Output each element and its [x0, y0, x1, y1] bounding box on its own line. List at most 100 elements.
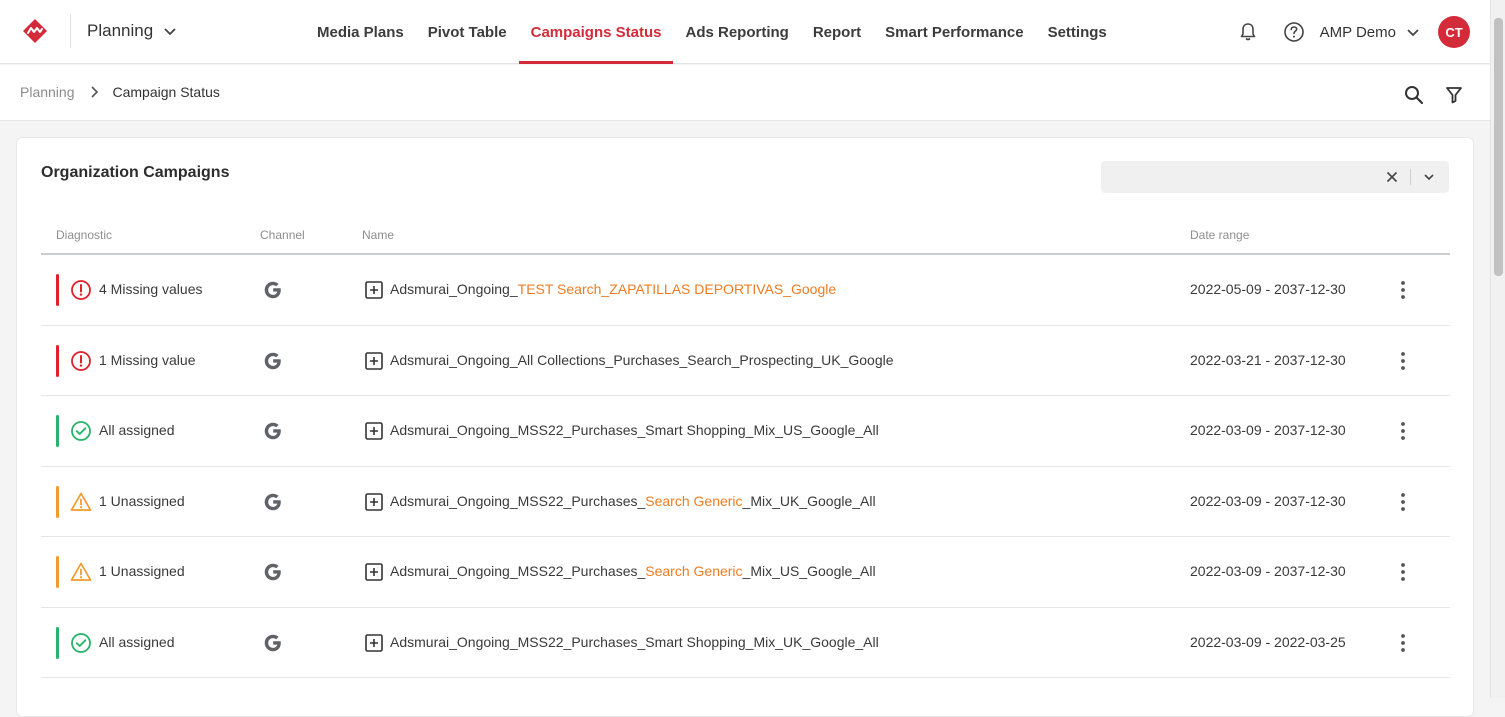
chevron-down-icon	[164, 28, 176, 36]
error-circle-icon	[70, 350, 92, 372]
campaign-name-prefix: Adsmurai_Ongoing_MSS22_Purchases_	[390, 563, 646, 579]
bell-icon	[1240, 23, 1255, 41]
status-indicator-bar	[56, 415, 59, 447]
account-dropdown[interactable]: AMP Demo	[1320, 24, 1420, 41]
app-switcher-dropdown[interactable]: Planning	[87, 21, 177, 41]
table-row[interactable]: 4 Missing values Adsmurai_Ongoing_TEST S…	[41, 255, 1450, 326]
column-header-diagnostic[interactable]: Diagnostic	[56, 228, 112, 242]
page-scrollbar[interactable]	[1490, 0, 1505, 698]
check-circle-icon	[70, 632, 92, 654]
campaign-name[interactable]: Adsmurai_Ongoing_MSS22_Purchases_Smart S…	[390, 422, 879, 438]
scrollbar-thumb[interactable]	[1494, 18, 1503, 276]
column-header-channel[interactable]: Channel	[260, 228, 305, 242]
status-indicator-bar	[56, 556, 59, 588]
breadcrumb-root[interactable]: Planning	[20, 84, 75, 100]
toolbar-actions	[1396, 77, 1472, 113]
nav-smart-performance[interactable]: Smart Performance	[873, 0, 1035, 64]
date-range-text: 2022-05-09 - 2037-12-30	[1190, 281, 1346, 297]
nav-pivot-table[interactable]: Pivot Table	[416, 0, 519, 64]
select-separator	[1410, 169, 1411, 185]
campaign-name[interactable]: Adsmurai_Ongoing_MSS22_Purchases_Search …	[390, 493, 876, 509]
table-header: Diagnostic Channel Name Date range	[41, 218, 1450, 255]
campaign-name-highlight: Search Generic	[645, 492, 743, 509]
sub-header: Planning Campaign Status	[0, 65, 1490, 121]
organization-campaigns-card: Organization Campaigns Diagnostic Channe…	[16, 137, 1474, 717]
expand-plus-icon[interactable]	[365, 633, 383, 652]
search-button[interactable]	[1396, 77, 1432, 113]
campaign-name-prefix: Adsmurai_Ongoing_	[390, 281, 518, 297]
google-icon	[262, 420, 284, 442]
date-range-text: 2022-03-09 - 2022-03-25	[1190, 633, 1346, 650]
table-row[interactable]: 1 Unassigned Adsmurai_Ongoing_MSS22_Purc…	[41, 537, 1450, 608]
nav-campaigns-status[interactable]: Campaigns Status	[518, 0, 674, 64]
campaign-name[interactable]: Adsmurai_Ongoing_All Collections_Purchas…	[390, 352, 894, 368]
diagnostic-text: 4 Missing values	[99, 281, 203, 297]
clear-selection-button[interactable]	[1380, 165, 1404, 189]
expand-plus-icon[interactable]	[365, 281, 383, 299]
chevron-right-icon	[90, 86, 98, 98]
campaign-name[interactable]: Adsmurai_Ongoing_MSS22_Purchases_Smart S…	[390, 634, 879, 650]
status-indicator-bar	[56, 344, 59, 377]
status-indicator-bar	[56, 626, 59, 659]
campaign-name-suffix: _Mix_US_Google_All	[742, 563, 876, 579]
diagnostic-text: 1 Missing value	[99, 351, 196, 368]
expand-plus-icon[interactable]	[365, 422, 383, 440]
google-icon	[262, 491, 284, 513]
table-row[interactable]: All assigned Adsmurai_Ongoing_MSS22_Purc…	[41, 396, 1450, 467]
campaign-name-prefix: Adsmurai_Ongoing_All Collections_Purchas…	[390, 351, 894, 368]
expand-plus-icon[interactable]	[365, 351, 383, 370]
select-dropdown-toggle[interactable]	[1417, 165, 1441, 189]
campaign-name-prefix: Adsmurai_Ongoing_MSS22_Purchases_Smart S…	[390, 633, 879, 650]
close-icon	[1386, 171, 1398, 183]
date-range-text: 2022-03-21 - 2037-12-30	[1190, 351, 1346, 368]
campaign-name-prefix: Adsmurai_Ongoing_MSS22_Purchases_	[390, 492, 646, 509]
diagnostic-text: 1 Unassigned	[99, 492, 185, 509]
table-body: 4 Missing values Adsmurai_Ongoing_TEST S…	[41, 255, 1450, 678]
table-row[interactable]: All assigned Adsmurai_Ongoing_MSS22_Purc…	[41, 608, 1450, 678]
nav-settings[interactable]: Settings	[1036, 0, 1119, 64]
nav-report[interactable]: Report	[801, 0, 873, 64]
expand-plus-icon[interactable]	[365, 563, 383, 581]
warning-triangle-icon	[70, 491, 92, 513]
campaign-name[interactable]: Adsmurai_Ongoing_MSS22_Purchases_Search …	[390, 563, 876, 579]
google-icon	[262, 350, 284, 372]
campaign-name-highlight: TEST Search_ZAPATILLAS DEPORTIVAS_Google	[517, 281, 837, 297]
campaign-filter-select[interactable]	[1101, 161, 1449, 193]
column-header-name[interactable]: Name	[362, 228, 394, 242]
column-header-date-range[interactable]: Date range	[1190, 228, 1249, 242]
more-options-icon[interactable]	[1391, 558, 1415, 586]
table-row[interactable]: 1 Missing value Adsmurai_Ongoing_All Col…	[41, 326, 1450, 396]
warning-triangle-icon	[70, 561, 92, 583]
help-button[interactable]	[1276, 14, 1312, 50]
chevron-down-icon	[1424, 174, 1434, 181]
notifications-button[interactable]	[1230, 14, 1266, 50]
app-switcher-label: Planning	[87, 21, 154, 40]
nav-media-plans[interactable]: Media Plans	[305, 0, 416, 64]
date-range-text: 2022-03-09 - 2037-12-30	[1190, 422, 1346, 438]
filter-button[interactable]	[1436, 77, 1472, 113]
header-divider	[70, 14, 71, 48]
status-indicator-bar	[56, 485, 59, 518]
brand-logo-icon[interactable]	[22, 18, 48, 44]
google-icon	[262, 632, 284, 654]
campaign-name[interactable]: Adsmurai_Ongoing_TEST Search_ZAPATILLAS …	[390, 281, 836, 297]
campaign-name-highlight: Search Generic	[645, 563, 743, 579]
check-circle-icon	[70, 420, 92, 442]
table-row[interactable]: 1 Unassigned Adsmurai_Ongoing_MSS22_Purc…	[41, 467, 1450, 537]
nav-ads-reporting[interactable]: Ads Reporting	[673, 0, 800, 64]
date-range-text: 2022-03-09 - 2037-12-30	[1190, 563, 1346, 579]
more-options-icon[interactable]	[1391, 276, 1415, 304]
top-navigation-bar: Planning Media Plans Pivot Table Campaig…	[0, 0, 1490, 64]
error-circle-icon	[70, 279, 92, 301]
breadcrumb: Planning Campaign Status	[20, 84, 220, 100]
more-options-icon[interactable]	[1391, 629, 1415, 657]
main-nav: Media Plans Pivot Table Campaigns Status…	[305, 0, 1119, 64]
status-indicator-bar	[56, 274, 59, 306]
user-avatar[interactable]: CT	[1438, 16, 1470, 48]
google-icon	[262, 279, 284, 301]
more-options-icon[interactable]	[1391, 488, 1415, 516]
expand-plus-icon[interactable]	[365, 492, 383, 511]
chevron-down-icon	[1407, 29, 1419, 37]
more-options-icon[interactable]	[1391, 347, 1415, 375]
more-options-icon[interactable]	[1391, 417, 1415, 445]
